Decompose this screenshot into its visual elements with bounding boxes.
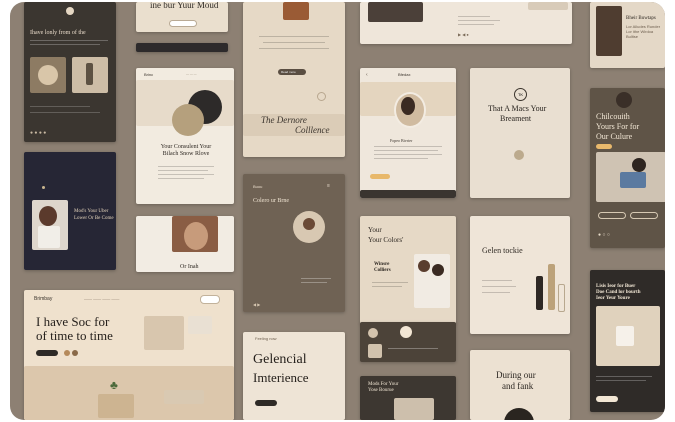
card-bottles[interactable]: Gelen tockie: [470, 216, 570, 334]
card-title: During our: [496, 370, 536, 380]
nav-links[interactable]: —— —— —— ——: [84, 296, 119, 301]
card-title: Your: [368, 226, 382, 234]
card-reader-photo[interactable]: Bheir Buwtaps Lor Alludes Runder Lor ith…: [590, 2, 665, 68]
portrait-photo: [368, 2, 423, 22]
card-title-2: and fank: [502, 381, 534, 391]
back-icon[interactable]: ‹: [366, 72, 368, 78]
card-caption: Mod's Your Uber Lower Or Be Come: [74, 209, 114, 221]
hero-headline: Gelencial: [253, 352, 307, 367]
card-title: Your Consulent Your Bilach Snow Rlove: [160, 144, 212, 157]
brand-logo: Brinc: [144, 72, 154, 77]
card-subtitle: Winsre: [374, 262, 390, 267]
card-subtitle-2: Colliers: [374, 268, 391, 273]
tan-circle: [172, 104, 204, 136]
brand-logo: Buou: [253, 184, 263, 189]
card-audio-player[interactable]: [360, 322, 456, 362]
card-title-2: Breament: [500, 114, 532, 123]
hero-headline-2: Imterience: [253, 370, 309, 385]
card-hero-timing[interactable]: Brimbay —— —— —— —— I have Soc for of ti…: [24, 290, 234, 420]
card-title-2: Your Colors': [368, 236, 404, 244]
carousel-dots[interactable]: ● ○ ○: [598, 232, 610, 238]
card-gelencial[interactable]: Feeling now Gelencial Imterience: [243, 332, 345, 420]
menu-icon[interactable]: ≡: [327, 183, 330, 189]
cta-button[interactable]: [370, 174, 390, 179]
card-title-3: Ieor Yeur Youre: [596, 296, 630, 301]
card-title-2: Yours For for: [596, 122, 640, 131]
card-title: ine bur Yuur Moud: [150, 2, 219, 10]
icon-row[interactable]: ▶ ◀ ●: [458, 32, 469, 37]
card-title: Mods For Your: [368, 382, 399, 387]
reader-photo: [596, 6, 622, 56]
card-face-closeup[interactable]: Or Inah: [136, 216, 234, 272]
plant-icon: ♣: [110, 378, 118, 392]
wine-bottle: [548, 264, 555, 310]
card-mocha-profile[interactable]: Buou ≡ Colero ur Brne ◀ ▶: [243, 174, 345, 312]
bowl-icon: [514, 150, 524, 160]
shop-button[interactable]: [36, 350, 58, 356]
card-title: Bheir Buwtaps: [626, 16, 656, 21]
card-caption: Fopeo Bivrter: [390, 138, 413, 143]
chair-photo: [283, 2, 309, 20]
card-title: Chilcouith: [596, 112, 630, 121]
card-title: Gelen tockie: [482, 246, 523, 255]
card-mods[interactable]: Mods For Your Yose Bourue: [360, 376, 456, 420]
brand-logo: Bfedax: [398, 72, 411, 77]
card-body: Lor Alludes Runder Lor ithe Wirdoa Bullt…: [626, 24, 661, 39]
social-icons[interactable]: ● ● ● ●: [30, 130, 46, 136]
bottle: [536, 276, 543, 310]
card-cream-header[interactable]: ine bur Yuur Moud: [136, 2, 228, 32]
card-during-our[interactable]: During our and fank: [470, 350, 570, 420]
design-board: Ihave lonly from of the ● ● ● ● ine bur …: [10, 2, 665, 420]
plant-box: [98, 394, 134, 418]
card-coffee[interactable]: Lisis Ieor for Buer Doe Cand lor bourth …: [590, 270, 665, 412]
kicker: Feeling now: [255, 336, 277, 341]
pager[interactable]: ◀ ▶: [253, 302, 260, 307]
headline: The Dernore: [261, 115, 307, 125]
card-abstract-circles[interactable]: Brinc — — — Your Consulent Your Bilach S…: [136, 68, 234, 204]
card-your-colors[interactable]: Your Your Colors' Winsre Colliers: [360, 216, 456, 324]
card-culture[interactable]: Chilcouith Yours For for Our Culure ● ○ …: [590, 88, 665, 248]
read-more-button[interactable]: [596, 396, 618, 402]
card-title: Lisis Ieor for Buer: [596, 284, 636, 289]
card-navy-portrait[interactable]: Mod's Your Uber Lower Or Be Come: [24, 152, 116, 270]
card-profile-app[interactable]: ‹ Bfedax Fopeo Bivrter: [360, 68, 456, 198]
card-title: Ihave lonly from of the: [30, 30, 86, 36]
book-button[interactable]: [255, 400, 277, 406]
card-story-cream[interactable]: Read more The Dernore Colllence: [243, 2, 345, 157]
brand-logo: Brimbay: [34, 296, 53, 302]
card-title-3: Our Culure: [596, 132, 633, 141]
read-more-button[interactable]: Read more: [278, 69, 306, 75]
card-title-2: Yose Bourue: [368, 388, 394, 393]
card-title-2: Doe Cand lor bourth: [596, 290, 641, 295]
headline-2: Colllence: [295, 125, 330, 135]
cta-button[interactable]: [169, 20, 197, 27]
card-title: Colero ur Brne: [253, 198, 289, 204]
play-button[interactable]: [400, 326, 412, 338]
contact-button[interactable]: [200, 295, 220, 304]
nav-links[interactable]: — — —: [186, 72, 197, 76]
read-button[interactable]: [596, 144, 612, 149]
card-dark-newsletter[interactable]: Ihave lonly from of the ● ● ● ●: [24, 2, 116, 142]
card-caption: Or Inah: [180, 264, 199, 270]
tk-badge: TK: [514, 88, 527, 101]
card-portrait-strip[interactable]: ▶ ◀ ●: [360, 2, 572, 44]
logo-dot: [66, 7, 74, 15]
hero-headline-2: of time to time: [36, 328, 113, 343]
card-breakfast[interactable]: TK That A Macs Your Breament: [470, 68, 570, 198]
card-dark-strip: [136, 43, 228, 52]
card-title: That A Macs Your: [488, 104, 547, 113]
